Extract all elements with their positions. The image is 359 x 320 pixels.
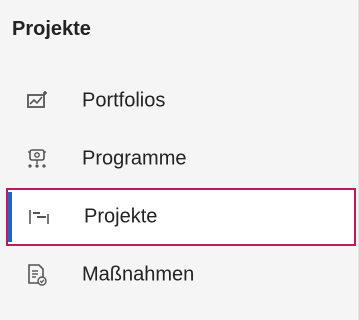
nav-item-portfolios[interactable]: Portfolios	[6, 72, 356, 130]
nav-item-programme[interactable]: Programme	[6, 130, 356, 188]
navigation-panel: Projekte Portfolios Programme Projekte M…	[0, 0, 359, 320]
portfolio-icon	[24, 88, 50, 114]
nav-item-projekte[interactable]: Projekte	[6, 188, 356, 246]
section-title: Projekte	[12, 18, 91, 40]
document-task-icon	[24, 262, 50, 288]
nav-item-label: Maßnahmen	[82, 263, 195, 286]
selection-indicator	[8, 192, 12, 242]
programme-icon	[24, 146, 50, 172]
nav-item-massnahmen[interactable]: Maßnahmen	[6, 246, 356, 304]
project-timeline-icon	[26, 204, 52, 230]
nav-item-label: Programme	[82, 147, 187, 170]
nav-item-label: Projekte	[84, 205, 158, 228]
nav-item-label: Portfolios	[82, 89, 166, 112]
